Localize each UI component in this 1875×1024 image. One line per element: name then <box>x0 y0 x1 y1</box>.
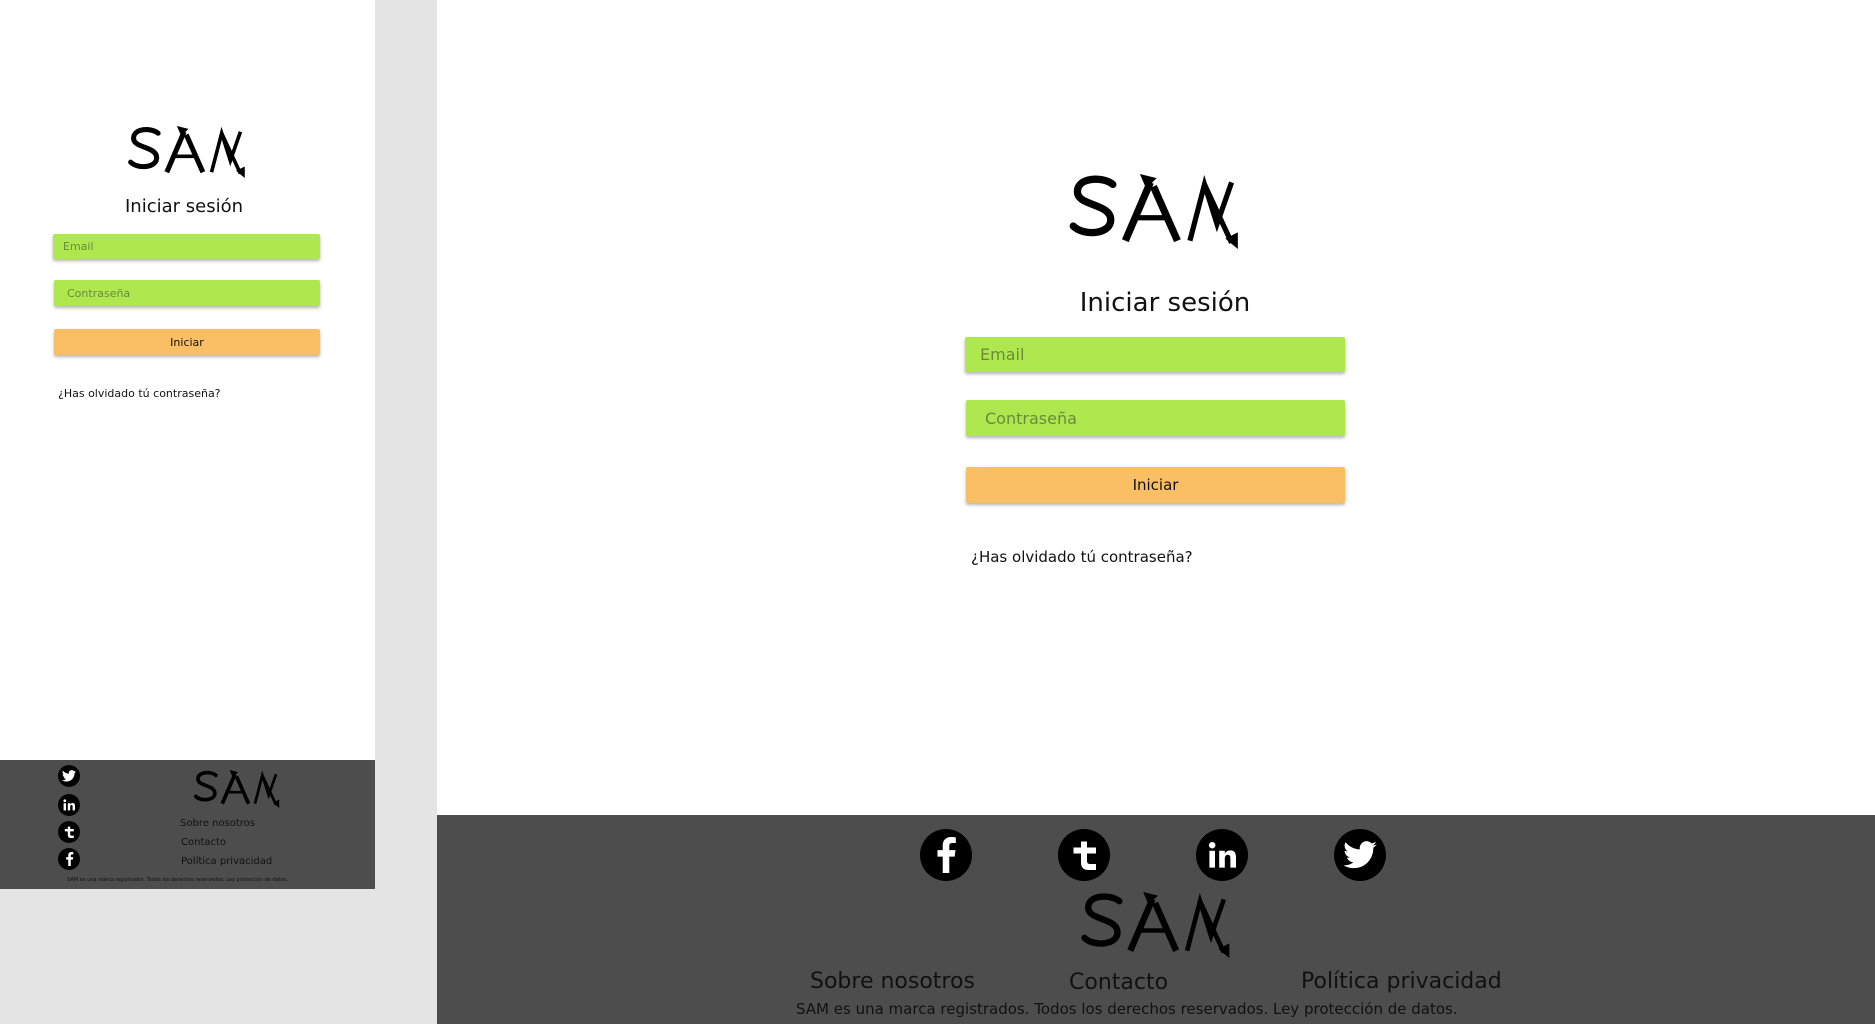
desktop-footer-link-privacy[interactable]: Política privacidad <box>1301 969 1502 994</box>
mobile-forgot-password-link[interactable]: ¿Has olvidado tú contraseña? <box>58 387 221 400</box>
desktop-footer-logo <box>1056 892 1256 958</box>
desktop-password-field[interactable] <box>966 400 1345 436</box>
desktop-footer-link-about[interactable]: Sobre nosotros <box>810 969 975 994</box>
tumblr-icon[interactable] <box>58 821 80 843</box>
linkedin-icon[interactable] <box>58 794 80 816</box>
mobile-footer-link-contact[interactable]: Contacto <box>181 837 226 848</box>
mobile-footer-link-privacy[interactable]: Política privacidad <box>181 856 272 867</box>
twitter-icon[interactable] <box>58 765 80 787</box>
mobile-footer-logo <box>180 770 294 808</box>
desktop-logo <box>1042 174 1267 249</box>
mobile-logo <box>108 126 266 178</box>
desktop-forgot-password-link[interactable]: ¿Has olvidado tú contraseña? <box>971 548 1193 566</box>
desktop-login-button[interactable]: Iniciar <box>966 467 1345 503</box>
desktop-copyright: SAM es una marca registrados. Todos los … <box>796 1000 1458 1018</box>
facebook-icon[interactable] <box>920 829 972 881</box>
mobile-password-field[interactable] <box>54 280 320 306</box>
desktop-footer-link-contact[interactable]: Contacto <box>1069 970 1168 995</box>
mobile-login-title: Iniciar sesión <box>124 196 244 217</box>
desktop-email-field[interactable] <box>965 337 1345 372</box>
mobile-login-button[interactable]: Iniciar <box>54 329 320 355</box>
tumblr-icon[interactable] <box>1058 829 1110 881</box>
twitter-icon[interactable] <box>1334 829 1386 881</box>
linkedin-icon[interactable] <box>1196 829 1248 881</box>
mobile-email-field[interactable] <box>53 234 320 259</box>
mobile-copyright: SAM es una marca registrados. Todos los … <box>67 877 288 883</box>
mobile-footer-link-about[interactable]: Sobre nosotros <box>180 818 255 829</box>
desktop-login-title: Iniciar sesión <box>1079 288 1251 318</box>
facebook-icon[interactable] <box>58 848 80 870</box>
mobile-content-area <box>0 0 375 760</box>
